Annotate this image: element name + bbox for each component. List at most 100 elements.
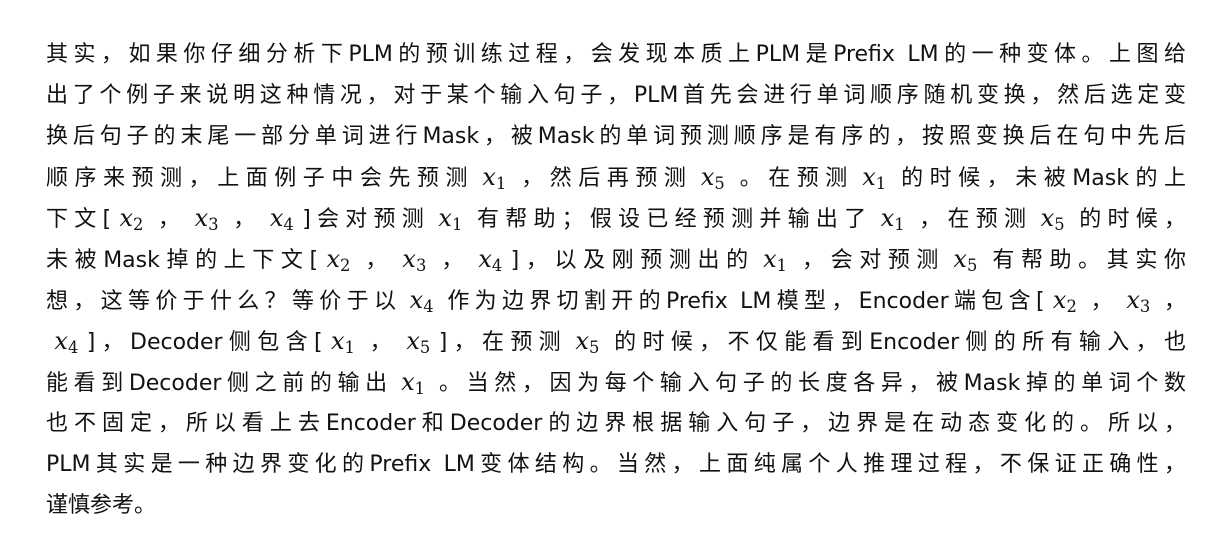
math-variable: x1 [872,204,913,235]
text-run: ， [434,248,470,273]
math-variable: x1 [755,245,796,276]
math-variable-subscript: 5 [419,338,431,358]
math-variable-base: x [409,286,424,314]
math-variable-subscript: 3 [1139,297,1151,317]
text-run: 有帮助。其实你 [985,248,1186,273]
math-variable-subscript: 4 [423,297,434,317]
text-line: x4]，Decoder侧包含[x1， x5]，在预测 x5 的时候，不仅能看到Enco… [46,321,1186,362]
text-run: 作为边界切割开的Prefix LM模型，Encoder端包含[ [442,289,1045,314]
math-variable: x2 [1045,286,1086,317]
text-run: ，然后再预测 [514,166,693,191]
text-run: PLM其实是一种边界变化的Prefix LM变体结构。当然，上面纯属个人推理过程… [46,452,1186,477]
math-variable: x3 [1118,286,1159,317]
text-run: ， [1158,289,1186,314]
math-variable: x4 [470,245,511,276]
math-variable-subscript: 1 [495,174,507,194]
text-line: 想，这等价于什么？等价于以 x4 作为边界切割开的Prefix LM模型，Encod… [46,280,1186,321]
math-variable-subscript: 4 [283,215,294,235]
text-line: 谨慎参考。 [46,485,1186,526]
text-run: ， [1085,289,1118,314]
text-run: ]，以及刚预测出的 [510,248,755,273]
math-variable: x1 [393,368,434,399]
text-line: 顺序来预测，上面例子中会先预测 x1 ，然后再预测 x5 。在预测 x1 的时候，未被Mas… [46,157,1186,198]
text-line: 出了个例子来说明这种情况，对于某个输入句子，PLM首先会进行单词顺序随机变换，然… [46,75,1186,116]
text-run: 未被Mask掉的上下文[ [46,248,319,273]
math-variable-base: x [700,163,715,191]
text-run: 有帮助；假设已经预测并输出了 [470,207,873,232]
text-run: ， [358,248,395,273]
math-variable-base: x [482,163,496,191]
text-line: 下文[x2， x3， x4]会对预测 x1 有帮助；假设已经预测并输出了 x1 ，在预测 x5… [46,198,1186,239]
math-variable-base: x [438,204,452,232]
math-variable-base: x [406,327,420,355]
math-variable-subscript: 2 [1066,297,1077,317]
text-run: 顺序来预测，上面例子中会先预测 [46,166,474,191]
math-variable-base: x [1040,204,1055,232]
math-variable-subscript: 1 [894,215,905,235]
math-variable-base: x [326,245,341,273]
math-variable-base: x [575,327,589,355]
text-run: ， [363,330,398,355]
math-variable-base: x [54,327,68,355]
math-variable-subscript: 2 [340,256,351,276]
math-variable-subscript: 2 [133,215,144,235]
math-variable: x5 [1032,204,1073,233]
math-variable-subscript: 5 [966,256,978,276]
text-run: 也不固定，所以看上去Encoder和Decoder的边界根据输入句子，边界是在动… [46,411,1186,436]
math-variable: x4 [46,327,87,356]
math-variable: x5 [692,163,733,194]
text-run: 出了个例子来说明这种情况，对于某个输入句子，PLM首先会进行单词顺序随机变换，然… [46,83,1186,108]
math-variable: x5 [945,245,986,276]
math-variable-base: x [953,245,967,273]
math-variable: x2 [318,245,359,276]
document-page: 其实，如果你仔细分析下PLM的预训练过程，会发现本质上PLM是Prefix LM… [0,0,1211,546]
math-variable-subscript: 1 [344,338,355,358]
math-variable-subscript: 3 [208,215,219,235]
text-run: 换后句子的末尾一部分单词进行Mask，被Mask的单词预测顺序是有序的，按照变换… [46,124,1186,149]
text-run: 。当然，因为每个输入句子的长度各异，被Mask掉的单词个数 [433,371,1187,396]
text-run: 的时候，不仅能看到Encoder侧的所有输入，也 [607,330,1186,355]
math-variable: x1 [854,163,895,192]
text-line: 其实，如果你仔细分析下PLM的预训练过程，会发现本质上PLM是Prefix LM… [46,34,1186,75]
text-run: ， [227,207,262,232]
math-variable-base: x [269,204,284,232]
text-run: ]，在预测 [438,330,568,355]
text-line: PLM其实是一种边界变化的Prefix LM变体结构。当然，上面纯属个人推理过程… [46,444,1186,485]
math-variable-base: x [194,204,209,232]
math-variable-subscript: 5 [588,338,600,358]
math-variable-base: x [402,245,416,273]
math-variable: x5 [398,327,439,358]
math-variable: x3 [394,245,435,276]
math-variable-base: x [763,245,777,273]
math-variable-subscript: 5 [714,174,725,194]
math-variable-subscript: 4 [491,256,503,276]
text-line: 能看到Decoder侧之前的输出 x1 。当然，因为每个输入句子的长度各异，被Mas… [46,362,1186,403]
math-variable-base: x [401,368,415,396]
text-run: ，在预测 [913,207,1033,232]
math-variable-base: x [1052,286,1067,314]
text-run: 其实，如果你仔细分析下PLM的预训练过程，会发现本质上PLM是Prefix LM… [46,42,1186,67]
math-variable: x1 [323,327,364,358]
text-run: 。在预测 [733,166,854,191]
math-variable: x5 [567,327,608,358]
text-run: ]会对预测 [302,207,430,232]
math-variable-base: x [1126,286,1140,314]
math-variable: x4 [401,286,442,317]
math-variable-base: x [880,204,895,232]
text-run: 谨慎参考。 [46,493,157,518]
math-variable-base: x [119,204,134,232]
text-run: 想，这等价于什么？等价于以 [46,289,402,314]
math-variable: x1 [474,163,515,194]
math-variable-subscript: 1 [451,215,463,235]
math-variable-subscript: 3 [415,256,427,276]
text-line: 未被Mask掉的上下文[x2， x3， x4]，以及刚预测出的 x1 ，会对预测 x5 有帮… [46,239,1186,280]
text-run: 的时候，未被Mask的上 [894,166,1186,191]
text-run: 能看到Decoder侧之前的输出 [46,371,393,396]
math-variable-subscript: 1 [776,256,788,276]
math-variable-base: x [330,327,345,355]
text-line: 换后句子的末尾一部分单词进行Mask，被Mask的单词预测顺序是有序的，按照变换… [46,116,1186,157]
text-run: ]，Decoder侧包含[ [86,330,323,355]
math-variable-base: x [862,163,876,191]
text-line: 也不固定，所以看上去Encoder和Decoder的边界根据输入句子，边界是在动… [46,403,1186,444]
math-variable-subscript: 1 [414,379,426,399]
